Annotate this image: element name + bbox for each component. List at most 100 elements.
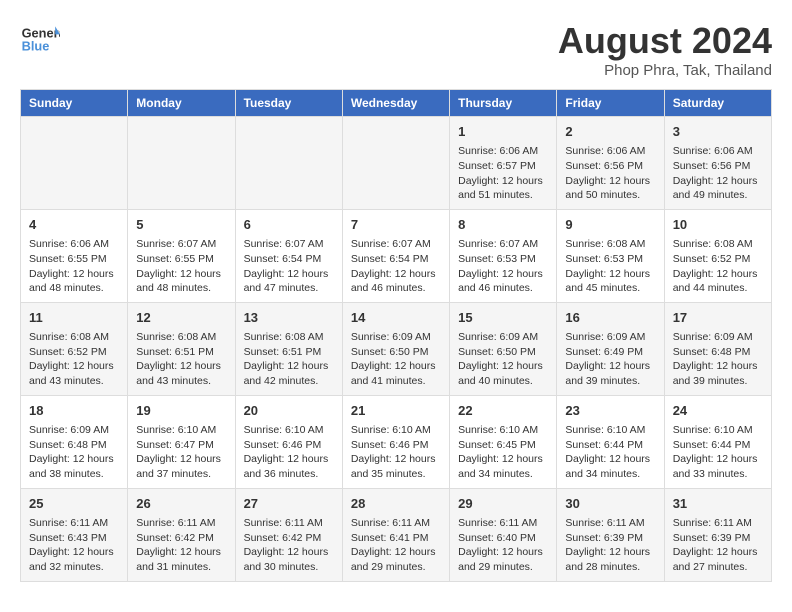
calendar-day-cell — [342, 117, 449, 210]
day-info: Sunrise: 6:10 AM Sunset: 6:46 PM Dayligh… — [244, 423, 334, 482]
day-info: Sunrise: 6:06 AM Sunset: 6:56 PM Dayligh… — [565, 144, 655, 203]
day-number: 30 — [565, 495, 655, 513]
weekday-header: Tuesday — [235, 90, 342, 117]
calendar-day-cell: 21Sunrise: 6:10 AM Sunset: 6:46 PM Dayli… — [342, 395, 449, 488]
calendar-day-cell — [21, 117, 128, 210]
day-number: 2 — [565, 123, 655, 141]
calendar-day-cell: 20Sunrise: 6:10 AM Sunset: 6:46 PM Dayli… — [235, 395, 342, 488]
calendar-day-cell — [128, 117, 235, 210]
calendar-day-cell: 28Sunrise: 6:11 AM Sunset: 6:41 PM Dayli… — [342, 488, 449, 581]
calendar-day-cell: 31 Sunrise: 6:11 AM Sunset: 6:39 PM Dayli… — [664, 488, 771, 581]
day-number: 26 — [136, 495, 226, 513]
day-number: 21 — [351, 402, 441, 420]
day-info: Sunrise: 6:07 AM Sunset: 6:53 PM Dayligh… — [458, 237, 548, 296]
calendar-day-cell: 22 Sunrise: 6:10 AM Sunset: 6:45 PM Dayli… — [450, 395, 557, 488]
day-info: Sunrise: 6:09 AM Sunset: 6:48 PM Dayligh… — [29, 423, 119, 482]
day-number: 25 — [29, 495, 119, 513]
weekday-header-row: SundayMondayTuesdayWednesdayThursdayFrid… — [21, 90, 772, 117]
day-number: 24 — [673, 402, 763, 420]
day-info: Sunrise: 6:10 AM Sunset: 6:45 PM Dayligh… — [458, 423, 548, 482]
calendar-day-cell: 1Sunrise: 6:06 AM Sunset: 6:57 PM Daylig… — [450, 117, 557, 210]
calendar-day-cell: 19Sunrise: 6:10 AM Sunset: 6:47 PM Dayli… — [128, 395, 235, 488]
day-info: Sunrise: 6:06 AM Sunset: 6:55 PM Dayligh… — [29, 237, 119, 296]
calendar-table: SundayMondayTuesdayWednesdayThursdayFrid… — [20, 89, 772, 582]
day-info: Sunrise: 6:11 AM Sunset: 6:40 PM Dayligh… — [458, 516, 548, 575]
day-info: Sunrise: 6:11 AM Sunset: 6:42 PM Dayligh… — [136, 516, 226, 575]
day-info: Sunrise: 6:09 AM Sunset: 6:48 PM Dayligh… — [673, 330, 763, 389]
title-block: August 2024 Phop Phra, Tak, Thailand — [558, 20, 772, 79]
calendar-day-cell: 11 Sunrise: 6:08 AM Sunset: 6:52 PM Dayli… — [21, 302, 128, 395]
day-info: Sunrise: 6:11 AM Sunset: 6:39 PM Dayligh… — [565, 516, 655, 575]
weekday-header: Monday — [128, 90, 235, 117]
day-number: 15 — [458, 309, 548, 327]
day-info: Sunrise: 6:10 AM Sunset: 6:47 PM Dayligh… — [136, 423, 226, 482]
calendar-day-cell: 2 Sunrise: 6:06 AM Sunset: 6:56 PM Daylig… — [557, 117, 664, 210]
day-info: Sunrise: 6:06 AM Sunset: 6:56 PM Dayligh… — [673, 144, 763, 203]
calendar-week-row: 25 Sunrise: 6:11 AM Sunset: 6:43 PM Dayli… — [21, 488, 772, 581]
calendar-week-row: 18 Sunrise: 6:09 AM Sunset: 6:48 PM Dayli… — [21, 395, 772, 488]
day-number: 14 — [351, 309, 441, 327]
svg-text:Blue: Blue — [22, 38, 50, 53]
calendar-day-cell: 5 Sunrise: 6:07 AM Sunset: 6:55 PM Daylig… — [128, 209, 235, 302]
day-info: Sunrise: 6:08 AM Sunset: 6:53 PM Dayligh… — [565, 237, 655, 296]
calendar-day-cell: 29 Sunrise: 6:11 AM Sunset: 6:40 PM Dayli… — [450, 488, 557, 581]
calendar-day-cell: 3 Sunrise: 6:06 AM Sunset: 6:56 PM Daylig… — [664, 117, 771, 210]
calendar-day-cell: 26 Sunrise: 6:11 AM Sunset: 6:42 PM Dayli… — [128, 488, 235, 581]
day-info: Sunrise: 6:10 AM Sunset: 6:44 PM Dayligh… — [565, 423, 655, 482]
day-number: 4 — [29, 216, 119, 234]
calendar-day-cell: 18 Sunrise: 6:09 AM Sunset: 6:48 PM Dayli… — [21, 395, 128, 488]
calendar-day-cell: 23 Sunrise: 6:10 AM Sunset: 6:44 PM Dayli… — [557, 395, 664, 488]
weekday-header: Sunday — [21, 90, 128, 117]
day-info: Sunrise: 6:07 AM Sunset: 6:55 PM Dayligh… — [136, 237, 226, 296]
location-subtitle: Phop Phra, Tak, Thailand — [558, 62, 772, 79]
weekday-header: Wednesday — [342, 90, 449, 117]
day-number: 31 — [673, 495, 763, 513]
day-number: 11 — [29, 309, 119, 327]
calendar-day-cell: 14Sunrise: 6:09 AM Sunset: 6:50 PM Dayli… — [342, 302, 449, 395]
calendar-day-cell: 12Sunrise: 6:08 AM Sunset: 6:51 PM Dayli… — [128, 302, 235, 395]
day-number: 18 — [29, 402, 119, 420]
logo: General Blue — [20, 20, 60, 60]
day-number: 6 — [244, 216, 334, 234]
calendar-week-row: 1Sunrise: 6:06 AM Sunset: 6:57 PM Daylig… — [21, 117, 772, 210]
weekday-header: Saturday — [664, 90, 771, 117]
calendar-day-cell: 4 Sunrise: 6:06 AM Sunset: 6:55 PM Daylig… — [21, 209, 128, 302]
day-number: 23 — [565, 402, 655, 420]
day-number: 3 — [673, 123, 763, 141]
day-info: Sunrise: 6:08 AM Sunset: 6:52 PM Dayligh… — [29, 330, 119, 389]
day-info: Sunrise: 6:09 AM Sunset: 6:50 PM Dayligh… — [458, 330, 548, 389]
day-info: Sunrise: 6:11 AM Sunset: 6:43 PM Dayligh… — [29, 516, 119, 575]
day-number: 29 — [458, 495, 548, 513]
calendar-day-cell: 13Sunrise: 6:08 AM Sunset: 6:51 PM Dayli… — [235, 302, 342, 395]
day-info: Sunrise: 6:06 AM Sunset: 6:57 PM Dayligh… — [458, 144, 548, 203]
day-number: 12 — [136, 309, 226, 327]
calendar-day-cell: 10 Sunrise: 6:08 AM Sunset: 6:52 PM Dayli… — [664, 209, 771, 302]
day-info: Sunrise: 6:07 AM Sunset: 6:54 PM Dayligh… — [351, 237, 441, 296]
calendar-week-row: 4 Sunrise: 6:06 AM Sunset: 6:55 PM Daylig… — [21, 209, 772, 302]
calendar-day-cell: 6 Sunrise: 6:07 AM Sunset: 6:54 PM Daylig… — [235, 209, 342, 302]
calendar-day-cell: 17 Sunrise: 6:09 AM Sunset: 6:48 PM Dayli… — [664, 302, 771, 395]
weekday-header: Friday — [557, 90, 664, 117]
calendar-day-cell: 24 Sunrise: 6:10 AM Sunset: 6:44 PM Dayli… — [664, 395, 771, 488]
day-number: 8 — [458, 216, 548, 234]
day-number: 17 — [673, 309, 763, 327]
calendar-day-cell: 16 Sunrise: 6:09 AM Sunset: 6:49 PM Dayli… — [557, 302, 664, 395]
day-info: Sunrise: 6:08 AM Sunset: 6:52 PM Dayligh… — [673, 237, 763, 296]
calendar-day-cell: 15 Sunrise: 6:09 AM Sunset: 6:50 PM Dayli… — [450, 302, 557, 395]
day-number: 10 — [673, 216, 763, 234]
day-info: Sunrise: 6:11 AM Sunset: 6:39 PM Dayligh… — [673, 516, 763, 575]
calendar-day-cell: 27 Sunrise: 6:11 AM Sunset: 6:42 PM Dayli… — [235, 488, 342, 581]
day-number: 9 — [565, 216, 655, 234]
day-number: 22 — [458, 402, 548, 420]
month-title: August 2024 — [558, 20, 772, 62]
day-info: Sunrise: 6:07 AM Sunset: 6:54 PM Dayligh… — [244, 237, 334, 296]
day-number: 16 — [565, 309, 655, 327]
day-info: Sunrise: 6:11 AM Sunset: 6:42 PM Dayligh… — [244, 516, 334, 575]
day-info: Sunrise: 6:10 AM Sunset: 6:44 PM Dayligh… — [673, 423, 763, 482]
calendar-week-row: 11 Sunrise: 6:08 AM Sunset: 6:52 PM Dayli… — [21, 302, 772, 395]
day-number: 27 — [244, 495, 334, 513]
day-info: Sunrise: 6:09 AM Sunset: 6:49 PM Dayligh… — [565, 330, 655, 389]
calendar-day-cell: 9 Sunrise: 6:08 AM Sunset: 6:53 PM Daylig… — [557, 209, 664, 302]
day-number: 13 — [244, 309, 334, 327]
day-number: 5 — [136, 216, 226, 234]
